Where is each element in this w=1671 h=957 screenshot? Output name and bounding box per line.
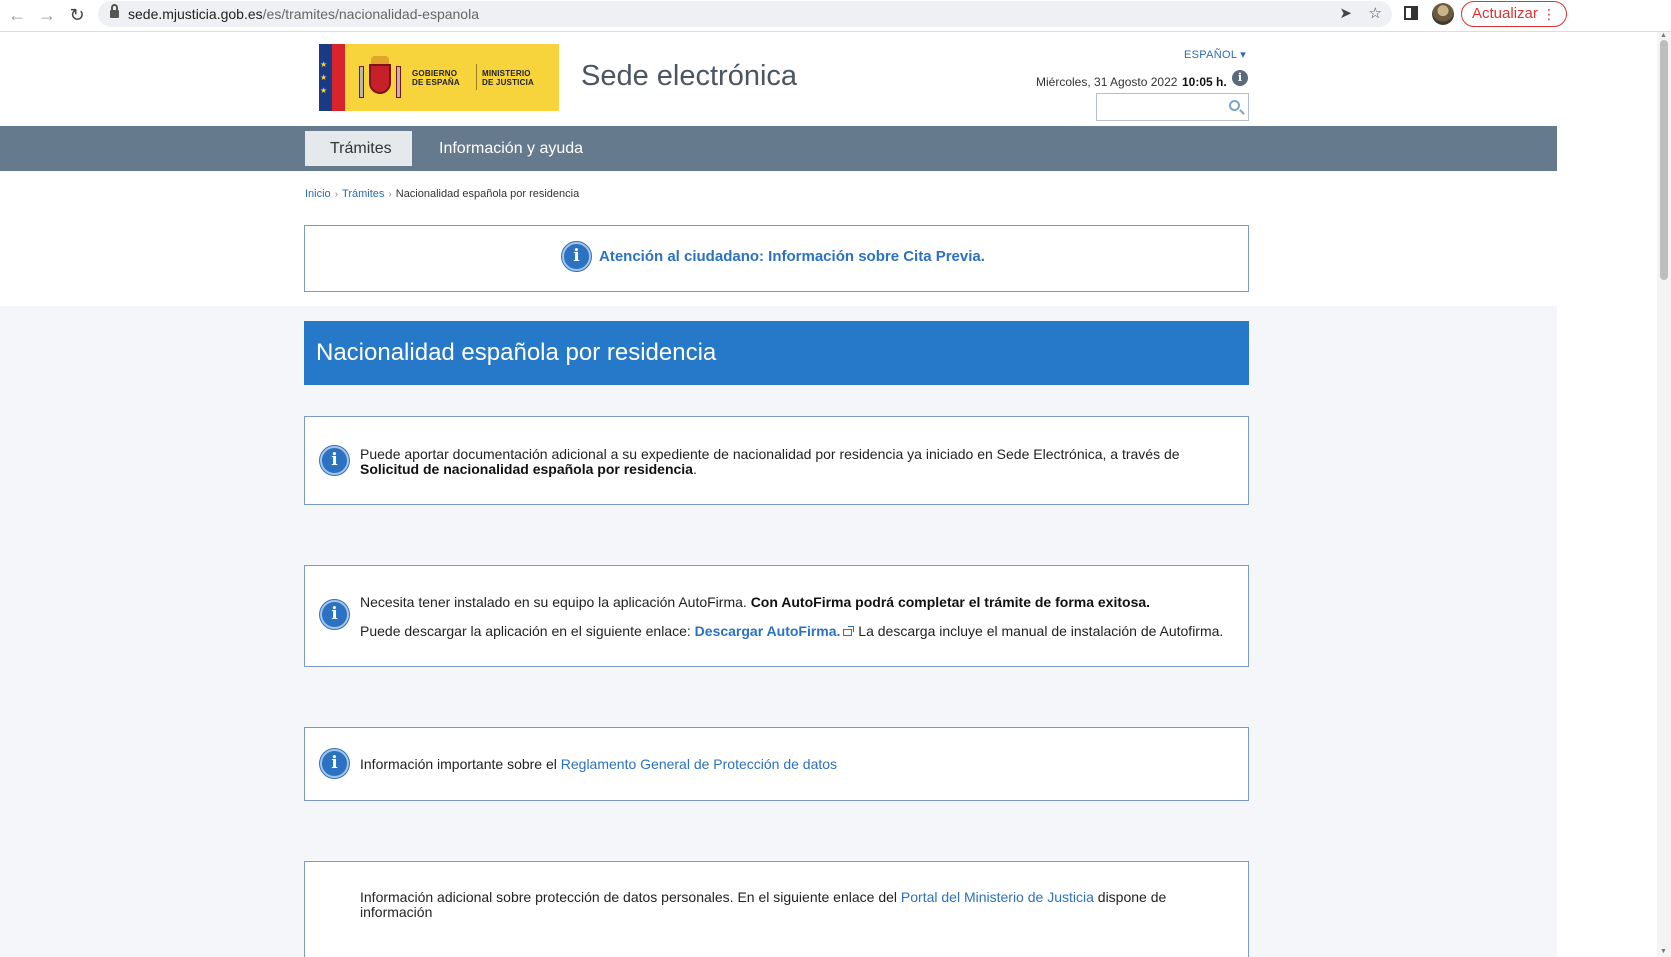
page-title: Nacionalidad española por residencia bbox=[316, 339, 717, 366]
box4-text: Información adicional sobre protección d… bbox=[360, 889, 901, 905]
reload-icon[interactable]: ↻ bbox=[66, 4, 88, 26]
info-circle-icon: i bbox=[320, 749, 349, 778]
logo-right-line2: DE JUSTICIA bbox=[482, 78, 534, 87]
breadcrumb-separator: › bbox=[334, 189, 339, 200]
box2-line2-end: La descarga incluye el manual de instala… bbox=[854, 623, 1224, 639]
box1-bold: Solicitud de nacionalidad española por r… bbox=[360, 461, 693, 477]
eu-stars-icon: ★ ★ ★ bbox=[320, 60, 328, 95]
menu-item-informacion-ayuda[interactable]: Información y ayuda bbox=[414, 131, 608, 166]
download-autofirma-link[interactable]: Descargar AutoFirma. bbox=[695, 623, 841, 639]
search-icon[interactable] bbox=[1229, 100, 1240, 111]
info-box-data-protection: Información adicional sobre protección d… bbox=[304, 861, 1249, 957]
logo-ministerio-text: MINISTERIO DE JUSTICIA bbox=[482, 69, 534, 87]
scroll-thumb[interactable] bbox=[1660, 40, 1668, 280]
autofirma-requirement-text: Necesita tener instalado en su equipo la… bbox=[360, 595, 1232, 610]
info-circle-icon: i bbox=[562, 242, 591, 271]
bookmark-star-icon[interactable]: ☆ bbox=[1369, 4, 1382, 22]
current-date: Miércoles, 31 Agosto 2022 bbox=[1036, 75, 1178, 89]
browser-toolbar: ← → ↻ sede.mjusticia.gob.es/es/tramites/… bbox=[0, 0, 1671, 32]
cita-previa-notice: i Atención al ciudadano: Información sob… bbox=[304, 225, 1249, 292]
side-panel-icon[interactable] bbox=[1404, 6, 1418, 20]
rgpd-link[interactable]: Reglamento General de Protección de dato… bbox=[561, 756, 837, 772]
box3-text: Información importante sobre el bbox=[360, 756, 561, 772]
page-content: ★ ★ ★ GOBIERNO DE ESPAÑA MINISTERIO DE JUSTI… bbox=[0, 32, 1557, 957]
site-title[interactable]: Sede electrónica bbox=[581, 60, 797, 93]
rgpd-text: Información importante sobre el Reglamen… bbox=[360, 757, 1232, 772]
breadcrumb: Inicio › Trámites › Nacionalidad española po… bbox=[305, 188, 579, 200]
address-bar[interactable]: sede.mjusticia.gob.es/es/tramites/nacion… bbox=[98, 1, 1392, 27]
logo-gobierno-text: GOBIERNO DE ESPAÑA bbox=[412, 69, 460, 87]
autofirma-download-text: Puede descargar la aplicación en el sigu… bbox=[360, 624, 1232, 639]
language-selector[interactable]: ESPAÑOL ▾ bbox=[1184, 48, 1246, 61]
box2-line1-bold: Con AutoFirma podrá completar el trámite… bbox=[750, 594, 1151, 610]
breadcrumb-inicio[interactable]: Inicio bbox=[305, 188, 331, 200]
page-scrollbar[interactable]: ▲ ▼ bbox=[1657, 32, 1671, 957]
scroll-up-arrow-icon[interactable]: ▲ bbox=[1660, 32, 1667, 39]
info-icon[interactable]: i bbox=[1232, 70, 1248, 86]
menu-dots-icon[interactable]: ⋮ bbox=[1542, 2, 1556, 26]
info-circle-icon: i bbox=[320, 600, 349, 629]
government-logo[interactable]: ★ ★ ★ GOBIERNO DE ESPAÑA MINISTERIO DE JUSTI… bbox=[319, 44, 559, 111]
forward-arrow-icon[interactable]: → bbox=[36, 4, 58, 26]
data-protection-text: Información adicional sobre protección d… bbox=[360, 890, 1232, 920]
breadcrumb-current: Nacionalidad española por residencia bbox=[395, 188, 580, 200]
info-box-text: Puede aportar documentación adicional a … bbox=[360, 447, 1232, 477]
back-arrow-icon[interactable]: ← bbox=[6, 4, 28, 26]
url-text[interactable]: sede.mjusticia.gob.es/es/tramites/nacion… bbox=[128, 6, 479, 22]
logo-left-line2: DE ESPAÑA bbox=[412, 78, 460, 87]
box2-line2: Puede descargar la aplicación en el sigu… bbox=[360, 623, 695, 639]
box1-text: Puede aportar documentación adicional a … bbox=[360, 446, 1180, 462]
ministry-portal-link[interactable]: Portal del Ministerio de Justicia bbox=[901, 889, 1094, 905]
breadcrumb-tramites[interactable]: Trámites bbox=[342, 188, 384, 200]
update-button[interactable]: Actualizar ⋮ bbox=[1461, 1, 1567, 27]
scroll-down-arrow-icon[interactable]: ▼ bbox=[1660, 948, 1667, 955]
url-domain: sede.mjusticia.gob.es bbox=[128, 6, 263, 22]
search-input[interactable] bbox=[1096, 93, 1249, 121]
logo-divider bbox=[476, 64, 477, 90]
logo-right-line1: MINISTERIO bbox=[482, 69, 531, 78]
info-box-documentation: i Puede aportar documentación adicional … bbox=[304, 416, 1249, 505]
box2-line1: Necesita tener instalado en su equipo la… bbox=[360, 594, 751, 610]
external-link-icon bbox=[843, 626, 855, 636]
url-path: /es/tramites/nacionalidad-espanola bbox=[262, 6, 479, 22]
send-icon[interactable]: ➤ bbox=[1339, 4, 1352, 22]
update-label: Actualizar bbox=[1472, 5, 1538, 22]
info-box-autofirma: i Necesita tener instalado en su equipo … bbox=[304, 565, 1249, 667]
box1-end: . bbox=[692, 461, 697, 477]
info-box-rgpd: i Información importante sobre el Reglam… bbox=[304, 727, 1249, 801]
coat-of-arms-icon bbox=[357, 54, 403, 102]
lock-icon[interactable] bbox=[110, 4, 119, 19]
main-menu: Trámites Información y ayuda bbox=[0, 126, 1557, 171]
current-time: 10:05 h. bbox=[1182, 75, 1227, 89]
page-title-banner: Nacionalidad española por residencia bbox=[304, 321, 1249, 385]
info-circle-icon: i bbox=[320, 446, 349, 475]
breadcrumb-separator: › bbox=[388, 189, 392, 200]
menu-item-tramites[interactable]: Trámites bbox=[305, 131, 412, 166]
cita-previa-link[interactable]: Atención al ciudadano: Información sobre… bbox=[599, 248, 985, 265]
logo-left-line1: GOBIERNO bbox=[412, 69, 458, 78]
profile-avatar[interactable] bbox=[1432, 3, 1454, 25]
